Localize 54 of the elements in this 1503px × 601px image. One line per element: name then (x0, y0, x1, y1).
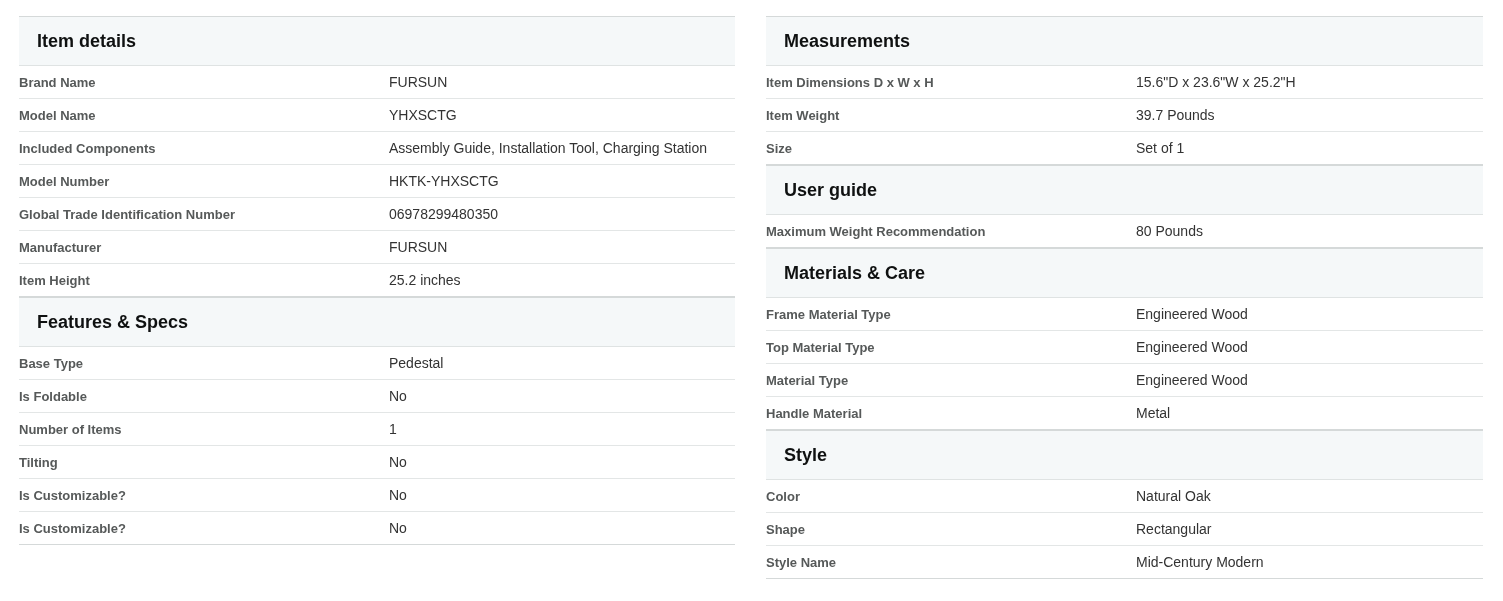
spec-value: Assembly Guide, Installation Tool, Charging Station (389, 140, 708, 156)
section-header: Item details (19, 17, 735, 66)
spec-value: 15.6"D x 23.6"W x 25.2"H (1136, 74, 1296, 90)
spec-value: Set of 1 (1136, 140, 1185, 156)
spec-label: Item Dimensions D x W x H (766, 74, 935, 90)
spec-value: Engineered Wood (1136, 306, 1248, 322)
spec-value: No (389, 520, 407, 536)
spec-value: Metal (1136, 405, 1171, 421)
spec-value: Engineered Wood (1136, 339, 1248, 355)
spec-value: No (389, 388, 407, 404)
spec-value: 39.7 Pounds (1136, 107, 1215, 123)
spec-label: Is Foldable (19, 388, 88, 404)
spec-label: Material Type (766, 372, 850, 388)
spec-value: 25.2 inches (389, 272, 461, 288)
spec-value: FURSUN (389, 74, 448, 90)
spec-value: 06978299480350 (389, 206, 498, 222)
spec-label: Base Type (19, 355, 85, 371)
spec-label: Tilting (19, 454, 59, 470)
section-header: Materials & Care (766, 249, 1483, 298)
section-header: Style (766, 431, 1483, 480)
spec-value: HKTK-YHXSCTG (389, 173, 499, 189)
spec-value: Mid-Century Modern (1136, 554, 1264, 570)
spec-label: Is Customizable? (19, 520, 127, 536)
spec-label: Size (766, 140, 793, 156)
spec-label: Handle Material (766, 405, 864, 421)
spec-label: Global Trade Identification Number (19, 206, 236, 222)
spec-value: 1 (389, 421, 397, 437)
spec-label: Model Name (19, 107, 97, 123)
spec-label: Number of Items (19, 421, 123, 437)
section-header: User guide (766, 166, 1483, 215)
spec-value: Rectangular (1136, 521, 1212, 537)
spec-value: 80 Pounds (1136, 223, 1203, 239)
spec-value: FURSUN (389, 239, 448, 255)
spec-label: Shape (766, 521, 806, 537)
spec-label: Item Height (19, 272, 91, 288)
spec-value: Engineered Wood (1136, 372, 1248, 388)
spec-label: Brand Name (19, 74, 97, 90)
spec-label: Frame Material Type (766, 306, 892, 322)
spec-label: Maximum Weight Recommendation (766, 223, 987, 239)
spec-label: Color (766, 488, 801, 504)
spec-label: Top Material Type (766, 339, 876, 355)
spec-value: YHXSCTG (389, 107, 457, 123)
spec-label: Is Customizable? (19, 487, 127, 503)
spec-label: Manufacturer (19, 239, 103, 255)
spec-value: Pedestal (389, 355, 444, 371)
spec-value: No (389, 487, 407, 503)
spec-value: Natural Oak (1136, 488, 1211, 504)
spec-value: No (389, 454, 407, 470)
section-header: Measurements (766, 17, 1483, 66)
section-header: Features & Specs (19, 298, 735, 347)
spec-label: Model Number (19, 173, 111, 189)
spec-label: Item Weight (766, 107, 841, 123)
spec-label: Style Name (766, 554, 838, 570)
spec-label: Included Components (19, 140, 157, 156)
